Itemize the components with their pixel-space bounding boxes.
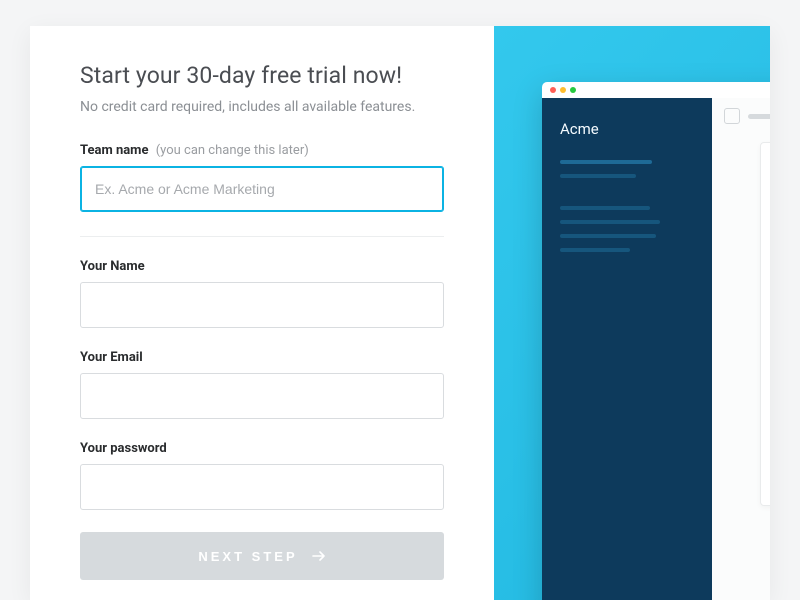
- next-step-label: NEXT STEP: [198, 549, 297, 564]
- your-email-label: Your Email: [80, 350, 444, 365]
- preview-toolbar: [712, 108, 770, 134]
- traffic-light-minimize-icon: [560, 87, 566, 93]
- preview-pane: Acme: [494, 26, 770, 600]
- your-name-group: Your Name: [80, 259, 444, 328]
- app-preview-body: Acme: [542, 98, 770, 600]
- window-titlebar: [542, 82, 770, 98]
- traffic-light-zoom-icon: [570, 87, 576, 93]
- sidebar-skeleton-line: [560, 220, 660, 224]
- your-name-label: Your Name: [80, 259, 444, 274]
- preview-team-title: Acme: [560, 120, 694, 138]
- team-name-input[interactable]: [80, 166, 444, 212]
- your-name-input[interactable]: [80, 282, 444, 328]
- toolbar-square-icon: [724, 108, 740, 124]
- page-subtitle: No credit card required, includes all av…: [80, 99, 444, 115]
- sidebar-skeleton-line: [560, 160, 652, 164]
- toolbar-skeleton-bar: [748, 114, 770, 119]
- team-name-label-text: Team name: [80, 143, 148, 158]
- next-step-button[interactable]: NEXT STEP: [80, 532, 444, 580]
- preview-list-panel: [760, 142, 770, 506]
- sidebar-skeleton-line: [560, 248, 630, 252]
- signup-form-pane: Start your 30-day free trial now! No cre…: [30, 26, 494, 600]
- arrow-right-icon: [312, 551, 326, 561]
- traffic-light-close-icon: [550, 87, 556, 93]
- your-password-group: Your password: [80, 441, 444, 510]
- page-root: Start your 30-day free trial now! No cre…: [0, 0, 800, 600]
- page-title: Start your 30-day free trial now!: [80, 62, 444, 89]
- your-email-group: Your Email: [80, 350, 444, 419]
- form-divider: [80, 236, 444, 237]
- team-name-hint: (you can change this later): [156, 143, 309, 158]
- team-name-label: Team name (you can change this later): [80, 143, 444, 158]
- team-name-group: Team name (you can change this later): [80, 143, 444, 212]
- sidebar-skeleton-line: [560, 206, 650, 210]
- preview-sidebar: Acme: [542, 98, 712, 600]
- your-password-label: Your password: [80, 441, 444, 456]
- sidebar-skeleton-line: [560, 174, 636, 178]
- signup-card: Start your 30-day free trial now! No cre…: [30, 26, 770, 600]
- your-email-input[interactable]: [80, 373, 444, 419]
- app-preview-window: Acme: [542, 82, 770, 600]
- sidebar-skeleton-line: [560, 234, 656, 238]
- your-password-input[interactable]: [80, 464, 444, 510]
- preview-main: [712, 98, 770, 600]
